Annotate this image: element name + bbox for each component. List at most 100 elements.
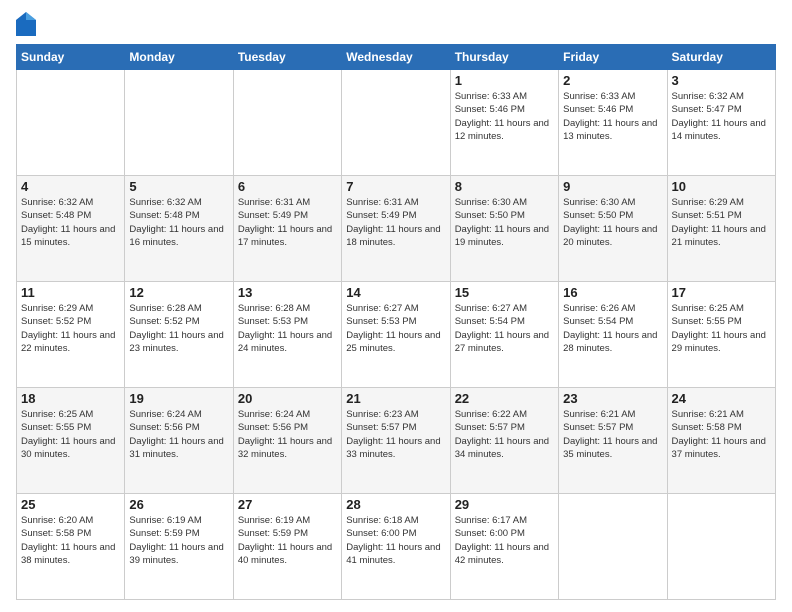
day-info: Sunrise: 6:17 AMSunset: 6:00 PMDaylight:… xyxy=(455,514,554,567)
day-cell: 15 Sunrise: 6:27 AMSunset: 5:54 PMDayligh… xyxy=(450,282,558,388)
day-cell: 28 Sunrise: 6:18 AMSunset: 6:00 PMDayligh… xyxy=(342,494,450,600)
header xyxy=(16,12,776,36)
day-number: 23 xyxy=(563,391,662,406)
day-number: 3 xyxy=(672,73,771,88)
day-info: Sunrise: 6:18 AMSunset: 6:00 PMDaylight:… xyxy=(346,514,445,567)
day-cell: 17 Sunrise: 6:25 AMSunset: 5:55 PMDayligh… xyxy=(667,282,775,388)
day-info: Sunrise: 6:25 AMSunset: 5:55 PMDaylight:… xyxy=(21,408,120,461)
day-number: 19 xyxy=(129,391,228,406)
day-cell: 11 Sunrise: 6:29 AMSunset: 5:52 PMDayligh… xyxy=(17,282,125,388)
day-cell: 4 Sunrise: 6:32 AMSunset: 5:48 PMDaylight… xyxy=(17,176,125,282)
day-info: Sunrise: 6:28 AMSunset: 5:52 PMDaylight:… xyxy=(129,302,228,355)
day-cell: 12 Sunrise: 6:28 AMSunset: 5:52 PMDayligh… xyxy=(125,282,233,388)
day-info: Sunrise: 6:32 AMSunset: 5:48 PMDaylight:… xyxy=(129,196,228,249)
day-info: Sunrise: 6:33 AMSunset: 5:46 PMDaylight:… xyxy=(455,90,554,143)
day-info: Sunrise: 6:23 AMSunset: 5:57 PMDaylight:… xyxy=(346,408,445,461)
day-cell: 26Sunrise: 6:19 AMSunset: 5:59 PMDayligh… xyxy=(125,494,233,600)
day-info: Sunrise: 6:31 AMSunset: 5:49 PMDaylight:… xyxy=(238,196,337,249)
weekday-header-monday: Monday xyxy=(125,45,233,70)
day-cell xyxy=(233,70,341,176)
day-number: 5 xyxy=(129,179,228,194)
day-cell: 18Sunrise: 6:25 AMSunset: 5:55 PMDayligh… xyxy=(17,388,125,494)
day-cell xyxy=(559,494,667,600)
day-cell: 20 Sunrise: 6:24 AMSunset: 5:56 PMDayligh… xyxy=(233,388,341,494)
day-number: 22 xyxy=(455,391,554,406)
weekday-header-wednesday: Wednesday xyxy=(342,45,450,70)
day-number: 2 xyxy=(563,73,662,88)
weekday-header-tuesday: Tuesday xyxy=(233,45,341,70)
weekday-header-saturday: Saturday xyxy=(667,45,775,70)
weekday-header-thursday: Thursday xyxy=(450,45,558,70)
day-cell: 10 Sunrise: 6:29 AMSunset: 5:51 PMDayligh… xyxy=(667,176,775,282)
day-number: 20 xyxy=(238,391,337,406)
weekday-header-sunday: Sunday xyxy=(17,45,125,70)
day-cell: 9 Sunrise: 6:30 AMSunset: 5:50 PMDaylight… xyxy=(559,176,667,282)
day-info: Sunrise: 6:30 AMSunset: 5:50 PMDaylight:… xyxy=(563,196,662,249)
day-info: Sunrise: 6:27 AMSunset: 5:54 PMDaylight:… xyxy=(455,302,554,355)
day-cell: 21 Sunrise: 6:23 AMSunset: 5:57 PMDayligh… xyxy=(342,388,450,494)
day-info: Sunrise: 6:22 AMSunset: 5:57 PMDaylight:… xyxy=(455,408,554,461)
day-cell: 22 Sunrise: 6:22 AMSunset: 5:57 PMDayligh… xyxy=(450,388,558,494)
day-cell: 5 Sunrise: 6:32 AMSunset: 5:48 PMDaylight… xyxy=(125,176,233,282)
day-info: Sunrise: 6:24 AMSunset: 5:56 PMDaylight:… xyxy=(238,408,337,461)
day-cell: 19 Sunrise: 6:24 AMSunset: 5:56 PMDayligh… xyxy=(125,388,233,494)
day-number: 15 xyxy=(455,285,554,300)
day-number: 21 xyxy=(346,391,445,406)
weekday-header-friday: Friday xyxy=(559,45,667,70)
day-info: Sunrise: 6:28 AMSunset: 5:53 PMDaylight:… xyxy=(238,302,337,355)
day-cell xyxy=(667,494,775,600)
day-number: 17 xyxy=(672,285,771,300)
day-cell: 7 Sunrise: 6:31 AMSunset: 5:49 PMDaylight… xyxy=(342,176,450,282)
day-info: Sunrise: 6:32 AMSunset: 5:48 PMDaylight:… xyxy=(21,196,120,249)
day-number: 28 xyxy=(346,497,445,512)
day-number: 8 xyxy=(455,179,554,194)
week-row-3: 11 Sunrise: 6:29 AMSunset: 5:52 PMDayligh… xyxy=(17,282,776,388)
week-row-4: 18Sunrise: 6:25 AMSunset: 5:55 PMDayligh… xyxy=(17,388,776,494)
day-number: 7 xyxy=(346,179,445,194)
day-cell: 29 Sunrise: 6:17 AMSunset: 6:00 PMDayligh… xyxy=(450,494,558,600)
day-info: Sunrise: 6:31 AMSunset: 5:49 PMDaylight:… xyxy=(346,196,445,249)
day-cell xyxy=(17,70,125,176)
day-info: Sunrise: 6:29 AMSunset: 5:52 PMDaylight:… xyxy=(21,302,120,355)
day-number: 14 xyxy=(346,285,445,300)
day-info: Sunrise: 6:33 AMSunset: 5:46 PMDaylight:… xyxy=(563,90,662,143)
day-info: Sunrise: 6:25 AMSunset: 5:55 PMDaylight:… xyxy=(672,302,771,355)
day-number: 10 xyxy=(672,179,771,194)
day-number: 12 xyxy=(129,285,228,300)
day-number: 16 xyxy=(563,285,662,300)
day-cell xyxy=(125,70,233,176)
day-cell: 14 Sunrise: 6:27 AMSunset: 5:53 PMDayligh… xyxy=(342,282,450,388)
day-cell: 3 Sunrise: 6:32 AMSunset: 5:47 PMDaylight… xyxy=(667,70,775,176)
day-number: 4 xyxy=(21,179,120,194)
day-cell: 23 Sunrise: 6:21 AMSunset: 5:57 PMDayligh… xyxy=(559,388,667,494)
day-info: Sunrise: 6:21 AMSunset: 5:57 PMDaylight:… xyxy=(563,408,662,461)
day-cell: 1 Sunrise: 6:33 AMSunset: 5:46 PMDaylight… xyxy=(450,70,558,176)
day-number: 25 xyxy=(21,497,120,512)
day-cell: 2 Sunrise: 6:33 AMSunset: 5:46 PMDaylight… xyxy=(559,70,667,176)
weekday-header-row: SundayMondayTuesdayWednesdayThursdayFrid… xyxy=(17,45,776,70)
week-row-1: 1 Sunrise: 6:33 AMSunset: 5:46 PMDaylight… xyxy=(17,70,776,176)
day-number: 11 xyxy=(21,285,120,300)
day-info: Sunrise: 6:19 AMSunset: 5:59 PMDaylight:… xyxy=(238,514,337,567)
logo-icon xyxy=(16,12,36,36)
day-number: 29 xyxy=(455,497,554,512)
page: SundayMondayTuesdayWednesdayThursdayFrid… xyxy=(0,0,792,612)
day-cell: 13 Sunrise: 6:28 AMSunset: 5:53 PMDayligh… xyxy=(233,282,341,388)
day-cell: 16Sunrise: 6:26 AMSunset: 5:54 PMDayligh… xyxy=(559,282,667,388)
day-number: 6 xyxy=(238,179,337,194)
day-cell: 6 Sunrise: 6:31 AMSunset: 5:49 PMDaylight… xyxy=(233,176,341,282)
day-number: 1 xyxy=(455,73,554,88)
day-number: 9 xyxy=(563,179,662,194)
day-info: Sunrise: 6:24 AMSunset: 5:56 PMDaylight:… xyxy=(129,408,228,461)
day-info: Sunrise: 6:21 AMSunset: 5:58 PMDaylight:… xyxy=(672,408,771,461)
day-info: Sunrise: 6:29 AMSunset: 5:51 PMDaylight:… xyxy=(672,196,771,249)
logo xyxy=(16,12,40,36)
day-cell: 24 Sunrise: 6:21 AMSunset: 5:58 PMDayligh… xyxy=(667,388,775,494)
day-info: Sunrise: 6:32 AMSunset: 5:47 PMDaylight:… xyxy=(672,90,771,143)
day-cell: 25Sunrise: 6:20 AMSunset: 5:58 PMDayligh… xyxy=(17,494,125,600)
day-info: Sunrise: 6:27 AMSunset: 5:53 PMDaylight:… xyxy=(346,302,445,355)
day-number: 24 xyxy=(672,391,771,406)
week-row-2: 4 Sunrise: 6:32 AMSunset: 5:48 PMDaylight… xyxy=(17,176,776,282)
day-info: Sunrise: 6:30 AMSunset: 5:50 PMDaylight:… xyxy=(455,196,554,249)
day-number: 13 xyxy=(238,285,337,300)
